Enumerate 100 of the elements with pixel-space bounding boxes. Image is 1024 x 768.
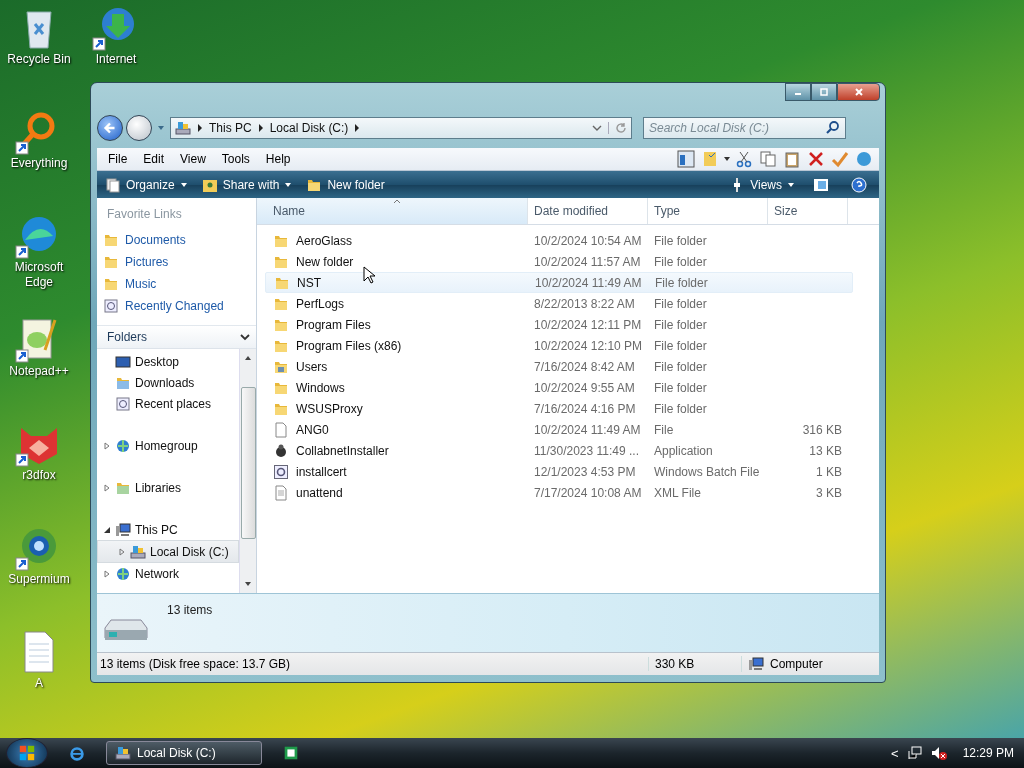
maximize-button[interactable] — [811, 83, 837, 101]
help-icon[interactable] — [851, 176, 867, 193]
chevron-right-icon[interactable] — [354, 124, 361, 132]
expanded-triangle-icon[interactable] — [103, 525, 111, 534]
file-name: AeroGlass — [296, 233, 353, 248]
show-hidden-icons-button[interactable]: < — [891, 745, 899, 761]
chevron-down-icon[interactable] — [240, 333, 250, 341]
collapsed-triangle-icon[interactable] — [103, 483, 111, 492]
folder-tree-item[interactable]: Homegroup — [97, 435, 239, 456]
size-cell-text: 13 KB — [808, 443, 843, 458]
document-icon — [273, 484, 289, 501]
maximize-icon[interactable] — [819, 87, 829, 97]
favorite-link[interactable]: Documents — [101, 229, 256, 251]
desktop-icon-label[interactable]: Internet — [78, 52, 154, 67]
desktop-icon-label[interactable]: Everything — [1, 156, 77, 171]
file-row[interactable]: NST 10/2/2024 11:49 AM File folder — [265, 272, 853, 293]
menu-item[interactable]: Help — [258, 152, 298, 166]
forward-button[interactable] — [126, 115, 152, 141]
breadcrumb-link[interactable]: Local Disk (C:) — [269, 121, 349, 135]
start-button[interactable] — [6, 738, 48, 768]
desktop-icon-label[interactable]: Notepad++ — [1, 364, 77, 379]
size-cell-text: 3 KB — [815, 485, 843, 500]
column-header[interactable]: Type — [648, 198, 768, 224]
clock[interactable]: 12:29 PM — [962, 746, 1014, 760]
chevron-right-icon[interactable] — [197, 124, 203, 132]
network-icon[interactable] — [906, 745, 923, 761]
dropdown-arrow-icon[interactable] — [723, 155, 731, 163]
checkmark-icon[interactable] — [831, 150, 849, 168]
desktop-icon-label[interactable]: Microsoft Edge — [1, 260, 77, 290]
file-row[interactable]: CollabnetInstaller 11/30/2023 11:49 ... Application 13 KB — [265, 440, 853, 461]
breadcrumb-link[interactable]: This PC — [209, 121, 252, 135]
file-row[interactable]: Program Files (x86) 10/2/2024 12:10 PM File folder — [265, 335, 853, 356]
type-cell-text: File folder — [653, 380, 708, 395]
file-row[interactable]: New folder 10/2/2024 11:57 AM File folder — [265, 251, 853, 272]
layout-pane-icon[interactable] — [813, 176, 829, 193]
search-field[interactable]: Search Local Disk (C:) — [643, 117, 846, 139]
paste-icon[interactable] — [783, 150, 801, 168]
scrollbar-thumb[interactable] — [240, 387, 256, 539]
chevron-right-icon[interactable] — [257, 124, 264, 132]
search-icon[interactable] — [825, 120, 841, 136]
menu-item[interactable]: Tools — [214, 152, 257, 166]
column-header[interactable]: Size — [768, 198, 848, 224]
date-cell-text: 10/2/2024 12:11 PM — [533, 317, 643, 332]
folder-tree-item[interactable]: Libraries — [97, 477, 239, 498]
folder-tree-item[interactable]: Network — [97, 563, 239, 584]
folder-tree-item[interactable]: Downloads — [97, 372, 239, 393]
date-cell-text: 10/2/2024 9:55 AM — [533, 380, 636, 395]
copy-icon[interactable] — [759, 150, 777, 168]
taskbar-button[interactable]: Local Disk (C:) — [106, 741, 262, 765]
file-name: installcert — [296, 464, 347, 479]
spreadsheet-icon[interactable] — [282, 744, 300, 762]
file-row[interactable]: Program Files 10/2/2024 12:11 PM File folder — [265, 314, 853, 335]
close-icon[interactable] — [853, 87, 864, 97]
menu-item[interactable]: Edit — [136, 152, 172, 166]
folder-tree-item[interactable]: Local Disk (C:) — [97, 540, 239, 563]
file-row[interactable]: WSUSProxy 7/16/2024 4:16 PM File folder — [265, 398, 853, 419]
command-button[interactable]: New folder — [302, 174, 389, 195]
file-row[interactable]: unattend 7/17/2024 10:08 AM XML File 3 KB — [265, 482, 853, 503]
minimize-button[interactable] — [785, 83, 811, 101]
views-button[interactable]: Views — [725, 174, 799, 195]
delete-icon[interactable] — [807, 150, 825, 168]
pages-icon — [105, 176, 121, 193]
command-button[interactable]: Organize — [101, 174, 192, 195]
date-cell-text: 7/17/2024 10:08 AM — [533, 485, 643, 500]
windows-logo-icon[interactable] — [18, 744, 36, 762]
muted-speaker-icon[interactable] — [930, 745, 947, 761]
file-row[interactable]: Windows 10/2/2024 9:55 AM File folder — [265, 377, 853, 398]
refresh-icon[interactable] — [608, 122, 627, 134]
file-name: Users — [296, 359, 328, 374]
collapsed-triangle-icon[interactable] — [118, 547, 126, 556]
file-row[interactable]: AeroGlass 10/2/2024 10:54 AM File folder — [265, 230, 853, 251]
file-row[interactable]: installcert 12/1/2023 4:53 PM Windows Batch File 1 KB — [265, 461, 853, 482]
favorite-link[interactable]: Music — [101, 273, 256, 295]
globe-icon[interactable] — [855, 150, 873, 168]
folder-tree-item[interactable]: Desktop — [97, 351, 239, 372]
type-cell-text: File folder — [654, 275, 709, 290]
browser-e-icon[interactable] — [68, 744, 86, 762]
collapsed-triangle-icon[interactable] — [103, 441, 111, 450]
column-header[interactable]: Date modified — [528, 198, 648, 224]
close-button[interactable] — [837, 83, 880, 101]
scroll-down-icon[interactable] — [244, 581, 252, 587]
desktop-icon-label[interactable]: Recycle Bin — [1, 52, 77, 67]
cut-icon[interactable] — [735, 150, 753, 168]
folder-tree-item[interactable]: Recent places — [97, 393, 239, 414]
command-button[interactable]: Share with — [197, 174, 297, 195]
column-header[interactable]: Name — [257, 198, 528, 224]
menu-item[interactable]: File — [101, 152, 135, 166]
folders-header[interactable]: Folders — [97, 325, 256, 349]
collapsed-triangle-icon[interactable] — [103, 569, 111, 578]
preview-pane-icon[interactable] — [677, 150, 695, 168]
favorite-link[interactable]: Pictures — [101, 251, 256, 273]
menu-item[interactable]: View — [173, 152, 213, 166]
file-row[interactable]: PerfLogs 8/22/2013 8:22 AM File folder — [265, 293, 853, 314]
file-row[interactable]: Users 7/16/2024 8:42 AM File folder — [265, 356, 853, 377]
scroll-up-icon[interactable] — [244, 355, 252, 361]
folder-tree-item[interactable]: This PC — [97, 519, 239, 540]
file-row[interactable]: ANG0 10/2/2024 11:49 AM File 316 KB — [265, 419, 853, 440]
address-bar[interactable]: This PC Local Disk (C:) — [170, 117, 632, 139]
favorite-link[interactable]: Recently Changed — [101, 295, 256, 317]
scrollbar[interactable] — [239, 349, 256, 593]
